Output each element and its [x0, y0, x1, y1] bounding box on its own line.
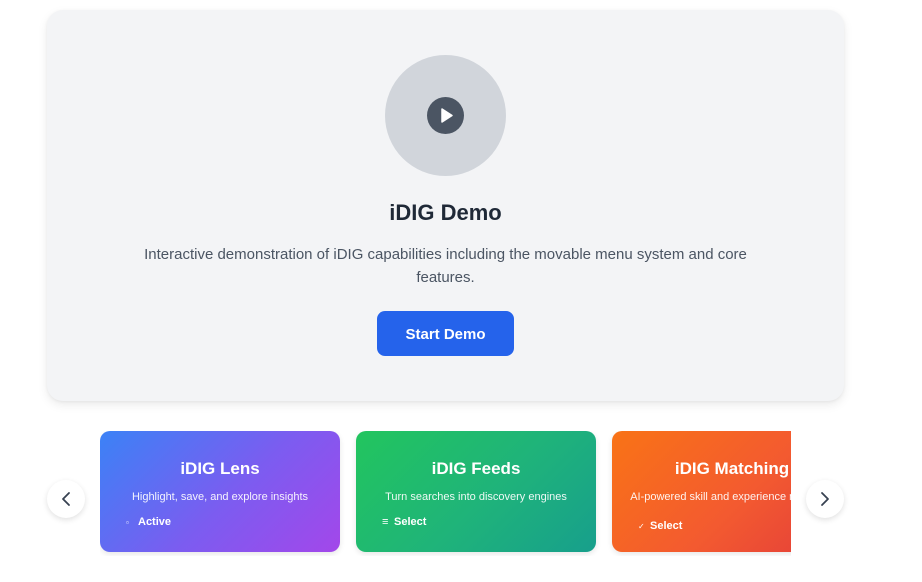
- start-demo-button[interactable]: Start Demo: [377, 311, 514, 356]
- card-description: AI-powered skill and experience matching: [630, 491, 791, 503]
- video-placeholder[interactable]: [385, 55, 506, 176]
- card-description: Turn searches into discovery engines: [385, 491, 567, 503]
- card-idig-feeds[interactable]: iDIG Feeds Turn searches into discovery …: [356, 431, 596, 552]
- list-icon: ≡: [382, 516, 389, 528]
- card-status[interactable]: ✓ Select: [638, 520, 682, 532]
- feature-carousel: iDIG Lens Highlight, save, and explore i…: [100, 431, 791, 556]
- demo-title: iDIG Demo: [389, 200, 502, 225]
- square-icon: ▫: [126, 518, 129, 527]
- carousel-prev-button[interactable]: [47, 480, 85, 518]
- card-status-label: Active: [138, 516, 172, 528]
- check-icon: ✓: [638, 522, 645, 531]
- card-description: Highlight, save, and explore insights: [131, 491, 309, 503]
- card-title: iDIG Matching: [674, 459, 790, 478]
- chevron-right-icon: [821, 492, 829, 506]
- card-title: iDIG Lens: [180, 459, 260, 478]
- card-idig-matching[interactable]: iDIG Matching AI-powered skill and exper…: [612, 431, 791, 552]
- card-idig-lens[interactable]: iDIG Lens Highlight, save, and explore i…: [100, 431, 340, 552]
- card-title: iDIG Feeds: [431, 459, 521, 478]
- demo-description: Interactive demonstration of iDIG capabi…: [144, 246, 747, 286]
- demo-panel: iDIG Demo Interactive demonstration of i…: [47, 10, 844, 401]
- play-button[interactable]: [427, 97, 464, 134]
- carousel-next-button[interactable]: [806, 480, 844, 518]
- card-status-label: Select: [650, 520, 683, 532]
- card-status[interactable]: ▫ Active: [126, 516, 171, 528]
- chevron-left-icon: [62, 492, 70, 506]
- card-status-label: Select: [394, 516, 427, 528]
- card-status[interactable]: ≡ Select: [382, 516, 426, 528]
- play-icon: [441, 108, 453, 123]
